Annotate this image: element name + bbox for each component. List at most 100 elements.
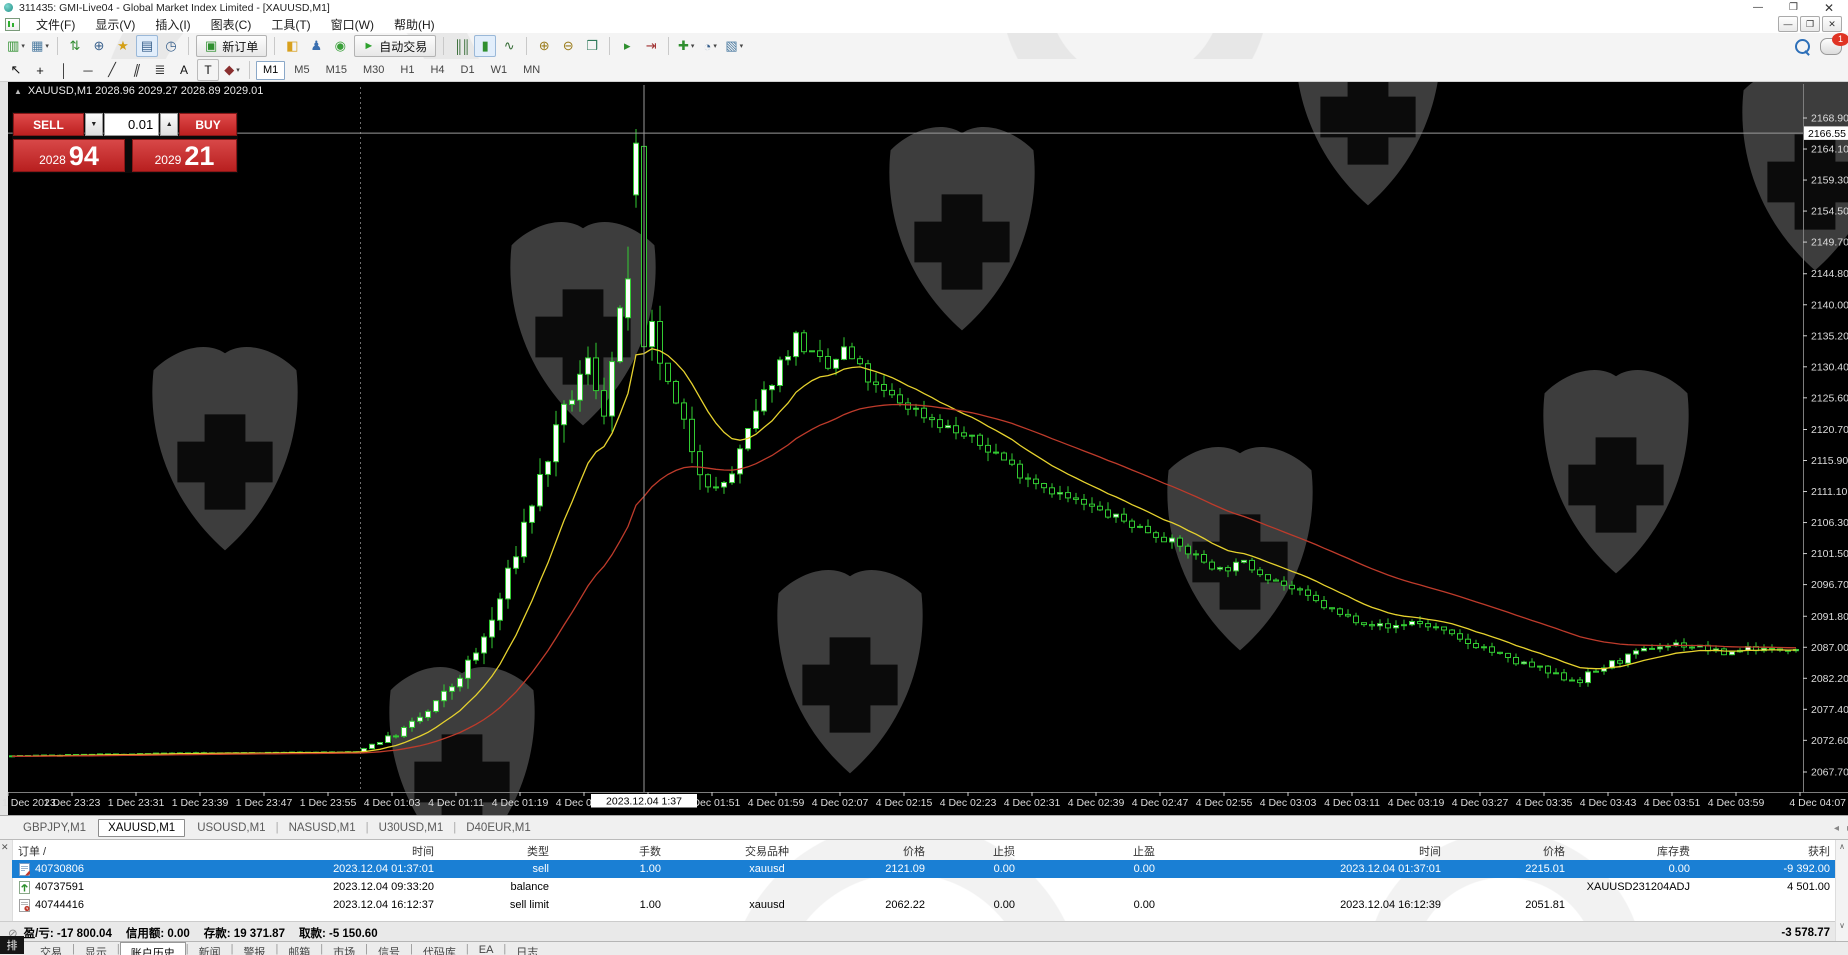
text-icon[interactable]: A: [173, 59, 195, 81]
menu-item[interactable]: 文件(F): [26, 15, 85, 34]
column-header[interactable]: 订单 /: [12, 843, 190, 859]
community-icon[interactable]: ♟: [305, 35, 327, 57]
terminal-tab[interactable]: 新闻: [189, 942, 231, 955]
column-header[interactable]: 类型: [440, 843, 555, 859]
new-order-button[interactable]: ▣ 新订单: [196, 35, 267, 57]
timeframe-H4[interactable]: H4: [423, 61, 451, 80]
auto-scroll-icon[interactable]: ▸: [616, 35, 638, 57]
search-icon[interactable]: [1795, 39, 1810, 54]
signals-icon[interactable]: ◉: [329, 35, 351, 57]
sell-price[interactable]: 2028 94: [13, 139, 125, 172]
terminal-tab[interactable]: 市场: [323, 942, 365, 955]
fibonacci-icon[interactable]: ≣: [149, 59, 171, 81]
terminal-tab[interactable]: 账户历史: [120, 942, 186, 955]
volume-decrement-button[interactable]: ▼: [85, 113, 103, 136]
terminal-tab[interactable]: 日志: [506, 942, 548, 955]
column-header[interactable]: 库存费: [1571, 843, 1696, 859]
menu-item[interactable]: 图表(C): [201, 15, 262, 34]
chart-shift-icon[interactable]: ⇥: [640, 35, 662, 57]
timeframe-M15[interactable]: M15: [319, 61, 354, 80]
terminal-tab[interactable]: 交易: [30, 942, 72, 955]
timeframe-D1[interactable]: D1: [454, 61, 482, 80]
timeframe-W1[interactable]: W1: [484, 61, 515, 80]
terminal-tab[interactable]: EA: [469, 942, 504, 955]
column-header[interactable]: 手数: [555, 843, 667, 859]
order-row[interactable]: 407308062023.12.04 01:37:01sell1.00xauus…: [12, 860, 1836, 878]
navigator-icon[interactable]: ★: [112, 35, 134, 57]
periods-icon[interactable]: ◔▾: [699, 35, 721, 57]
timeframe-M30[interactable]: M30: [356, 61, 391, 80]
terminal-close-icon[interactable]: ✕: [1, 842, 9, 853]
tab-scroll-left-icon[interactable]: ◂: [1834, 823, 1839, 834]
timeframe-M1[interactable]: M1: [256, 61, 285, 80]
terminal-tab[interactable]: 信号: [368, 942, 410, 955]
terminal-tab[interactable]: 显示: [75, 942, 117, 955]
menu-item[interactable]: 窗口(W): [321, 15, 384, 34]
sell-button[interactable]: SELL: [13, 113, 84, 136]
autotrading-button[interactable]: ► 自动交易: [354, 35, 436, 57]
collapse-panel-icon[interactable]: ▲: [14, 87, 22, 96]
restore-button[interactable]: ❐: [1789, 2, 1798, 13]
chart-tab[interactable]: GBPJPY,M1: [14, 820, 95, 836]
timeframe-H1[interactable]: H1: [393, 61, 421, 80]
text-label-icon[interactable]: T: [197, 59, 219, 81]
line-chart-mode-icon[interactable]: ∿: [498, 35, 520, 57]
menu-item[interactable]: 插入(I): [145, 15, 200, 34]
chart-tab[interactable]: NASUSD,M1: [280, 820, 365, 836]
column-header[interactable]: 交易品种: [667, 843, 867, 859]
horizontal-line-icon[interactable]: ─: [77, 59, 99, 81]
buy-button[interactable]: BUY: [179, 113, 237, 136]
arrows-icon[interactable]: ◆▾: [221, 59, 243, 81]
close-button[interactable]: ✕: [1824, 1, 1834, 15]
tile-windows-icon[interactable]: ❒: [581, 35, 603, 57]
menu-item[interactable]: 显示(V): [85, 15, 145, 34]
metaeditor-icon[interactable]: ◧: [281, 35, 303, 57]
column-header[interactable]: 时间: [1161, 843, 1447, 859]
column-header[interactable]: 止损: [931, 843, 1021, 859]
minimize-button[interactable]: —: [1753, 2, 1763, 13]
trendline-icon[interactable]: ╱: [101, 59, 123, 81]
strategy-tester-icon[interactable]: ◷: [160, 35, 182, 57]
column-header[interactable]: 时间: [190, 843, 440, 859]
timeframe-MN[interactable]: MN: [516, 61, 547, 80]
volume-increment-button[interactable]: ▲: [160, 113, 178, 136]
column-header[interactable]: 价格: [867, 843, 931, 859]
chart-tab[interactable]: USOUSD,M1: [188, 820, 274, 836]
candlestick-mode-icon[interactable]: ▮: [474, 35, 496, 57]
terminal-tab[interactable]: 邮箱: [278, 942, 320, 955]
mdi-restore-button[interactable]: ❐: [1800, 16, 1820, 32]
chart-tab[interactable]: D40EUR,M1: [457, 820, 540, 836]
zoom-in-icon[interactable]: ⊕: [533, 35, 555, 57]
mdi-close-button[interactable]: ✕: [1822, 16, 1842, 32]
templates-icon[interactable]: ▧▾: [723, 35, 745, 57]
mdi-minimize-button[interactable]: —: [1778, 16, 1798, 32]
new-chart-icon[interactable]: ▥▾: [5, 35, 27, 57]
order-row[interactable]: 407444162023.12.04 16:12:37sell limit1.0…: [12, 896, 1836, 914]
channel-icon[interactable]: ∥: [125, 59, 147, 81]
indicators-icon[interactable]: ✚▾: [675, 35, 697, 57]
menu-item[interactable]: 工具(T): [261, 15, 320, 34]
chart-tab[interactable]: U30USD,M1: [370, 820, 453, 836]
terminal-icon[interactable]: ▤: [136, 35, 158, 57]
terminal-tab[interactable]: 代码库: [413, 942, 466, 955]
column-header[interactable]: 价格: [1447, 843, 1571, 859]
vertical-line-icon[interactable]: │: [53, 59, 75, 81]
terminal-scrollbar[interactable]: ∧ ∨: [1835, 840, 1848, 946]
notifications-bubble-icon[interactable]: 1: [1820, 38, 1842, 55]
menu-item[interactable]: 帮助(H): [384, 15, 445, 34]
market-watch-icon[interactable]: ⇅: [64, 35, 86, 57]
candlestick-chart[interactable]: 2168.902164.102159.302154.502149.702144.…: [0, 81, 1848, 815]
scroll-up-icon[interactable]: ∧: [1839, 842, 1845, 851]
timeframe-M5[interactable]: M5: [287, 61, 316, 80]
chart-tab[interactable]: XAUUSD,M1: [98, 819, 185, 837]
cursor-icon[interactable]: ↖: [5, 59, 27, 81]
scroll-down-icon[interactable]: ∨: [1839, 921, 1845, 930]
terminal-tab[interactable]: 警报: [233, 942, 275, 955]
volume-input[interactable]: 0.01: [104, 113, 159, 136]
data-window-icon[interactable]: ⊕: [88, 35, 110, 57]
column-header[interactable]: 止盈: [1021, 843, 1161, 859]
crosshair-icon[interactable]: +: [29, 59, 51, 81]
profiles-icon[interactable]: ▦▾: [29, 35, 51, 57]
column-header[interactable]: 获利: [1696, 843, 1836, 859]
buy-price[interactable]: 2029 21: [132, 139, 237, 172]
